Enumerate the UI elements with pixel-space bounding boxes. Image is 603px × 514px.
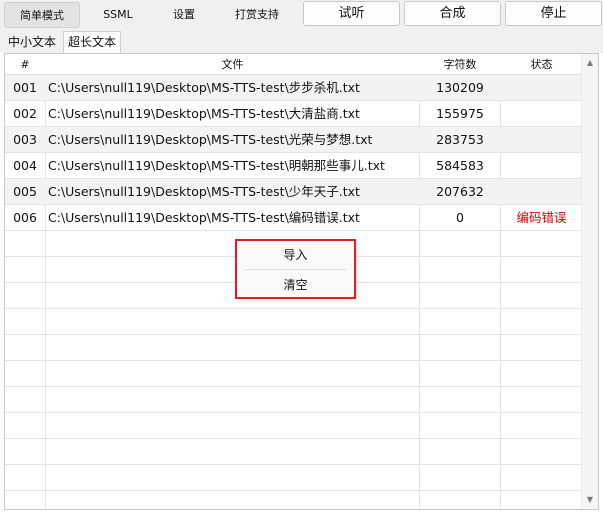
stop-button[interactable]: 停止 — [505, 1, 602, 26]
table-row[interactable]: 005 C:\Users\null119\Desktop\MS-TTS-test… — [5, 179, 582, 205]
synthesize-button[interactable]: 合成 — [404, 1, 501, 26]
tab-donate[interactable]: 打赏支持 — [216, 2, 298, 28]
empty-row — [5, 335, 582, 361]
empty-row — [5, 439, 582, 465]
top-toolbar: 简单模式 SSML 设置 打赏支持 试听 合成 停止 — [0, 0, 603, 29]
row-index: 005 — [13, 184, 37, 199]
tab-simple-mode[interactable]: 简单模式 — [4, 2, 80, 28]
header-char-count[interactable]: 字符数 — [420, 54, 500, 74]
empty-row — [5, 491, 582, 509]
row-char-count: 207632 — [436, 184, 484, 199]
empty-row — [5, 361, 582, 387]
tab-short-text[interactable]: 中小文本 — [4, 33, 60, 52]
audition-button[interactable]: 试听 — [303, 1, 400, 26]
row-index: 004 — [13, 158, 37, 173]
row-index: 006 — [13, 210, 37, 225]
row-status — [501, 75, 582, 100]
tab-settings[interactable]: 设置 — [154, 2, 214, 28]
row-char-count: 0 — [456, 210, 464, 225]
row-char-count: 283753 — [436, 132, 484, 147]
table-header: # 文件 字符数 状态 — [5, 54, 582, 75]
empty-row — [5, 309, 582, 335]
table-row[interactable]: 001 C:\Users\null119\Desktop\MS-TTS-test… — [5, 75, 582, 101]
row-char-count: 130209 — [436, 80, 484, 95]
menu-item-clear[interactable]: 清空 — [237, 273, 354, 297]
row-index: 003 — [13, 132, 37, 147]
empty-row — [5, 465, 582, 491]
table-row[interactable]: 003 C:\Users\null119\Desktop\MS-TTS-test… — [5, 127, 582, 153]
row-char-count: 155975 — [436, 106, 484, 121]
row-file-path: C:\Users\null119\Desktop\MS-TTS-test\明朝那… — [48, 158, 385, 173]
row-status — [501, 153, 582, 178]
table-row[interactable]: 002 C:\Users\null119\Desktop\MS-TTS-test… — [5, 101, 582, 127]
row-status — [501, 179, 582, 204]
header-status[interactable]: 状态 — [501, 54, 582, 74]
row-file-path: C:\Users\null119\Desktop\MS-TTS-test\编码错… — [48, 210, 360, 225]
row-status-error: 编码错误 — [516, 210, 567, 225]
tab-ssml[interactable]: SSML — [84, 2, 152, 28]
sub-tab-strip: 中小文本 超长文本 — [0, 29, 603, 53]
header-index[interactable]: # — [5, 54, 45, 74]
row-file-path: C:\Users\null119\Desktop\MS-TTS-test\大清盐… — [48, 106, 360, 121]
row-file-path: C:\Users\null119\Desktop\MS-TTS-test\少年天… — [48, 184, 360, 199]
tab-long-text[interactable]: 超长文本 — [63, 31, 122, 53]
row-index: 002 — [13, 106, 37, 121]
empty-row — [5, 413, 582, 439]
table-row[interactable]: 006 C:\Users\null119\Desktop\MS-TTS-test… — [5, 205, 582, 231]
vertical-scrollbar[interactable]: ▲ ▼ — [581, 54, 598, 509]
menu-separator — [245, 269, 346, 270]
scroll-down-arrow-icon[interactable]: ▼ — [582, 492, 598, 508]
row-file-path: C:\Users\null119\Desktop\MS-TTS-test\步步杀… — [48, 80, 360, 95]
row-index: 001 — [13, 80, 37, 95]
empty-row — [5, 387, 582, 413]
row-file-path: C:\Users\null119\Desktop\MS-TTS-test\光荣与… — [48, 132, 373, 147]
context-menu: 导入 清空 — [235, 239, 356, 299]
row-status — [501, 127, 582, 152]
menu-item-import[interactable]: 导入 — [237, 243, 354, 267]
scroll-up-arrow-icon[interactable]: ▲ — [582, 55, 598, 71]
table-row[interactable]: 004 C:\Users\null119\Desktop\MS-TTS-test… — [5, 153, 582, 179]
header-file[interactable]: 文件 — [46, 54, 419, 74]
row-char-count: 584583 — [436, 158, 484, 173]
row-status — [501, 101, 582, 126]
